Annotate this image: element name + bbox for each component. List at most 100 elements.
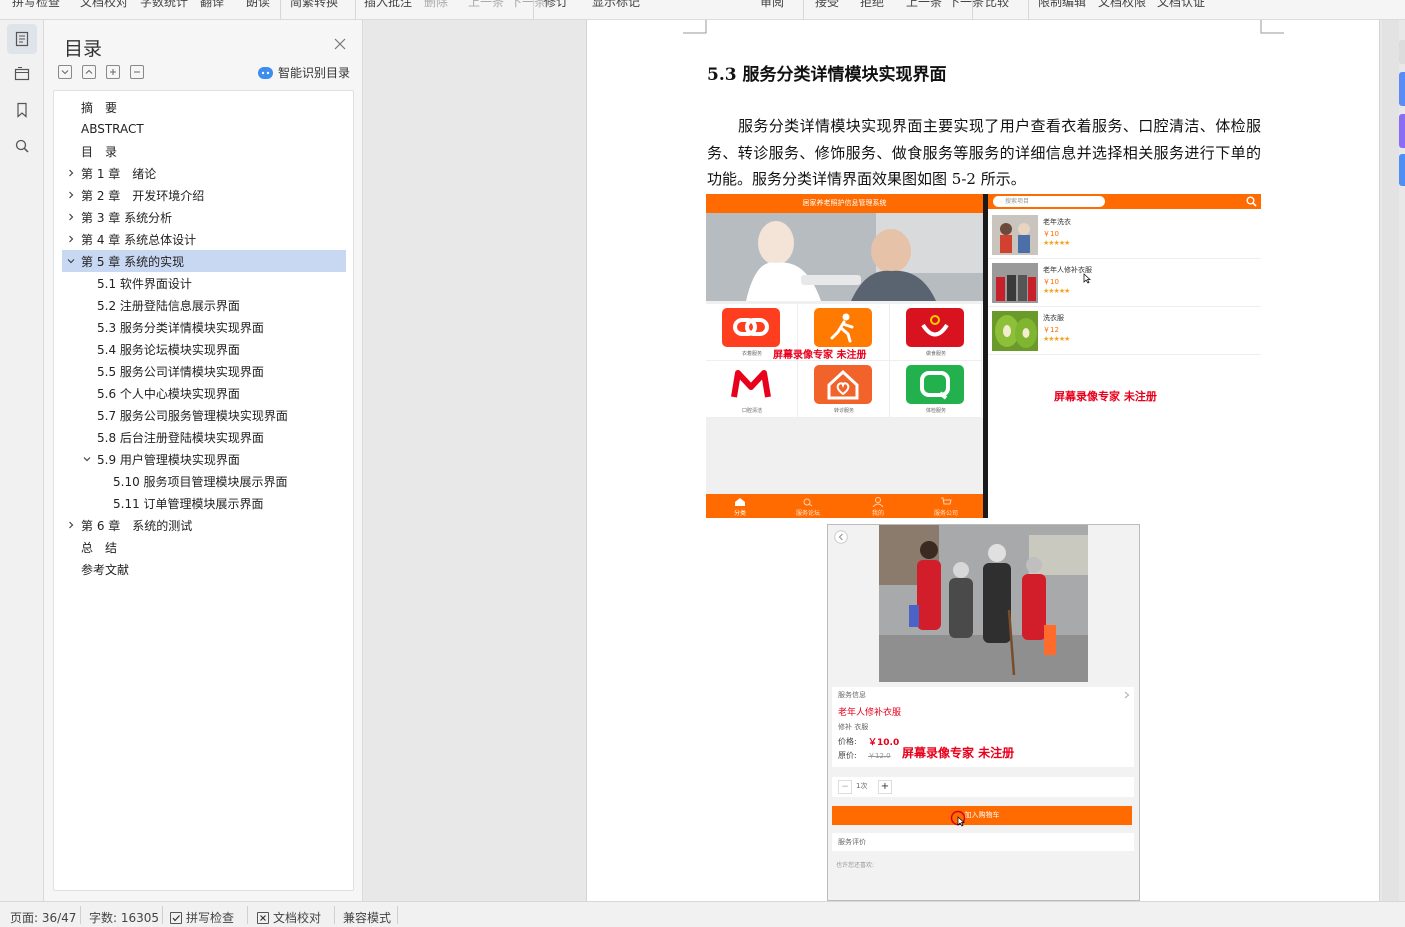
toolbar-item-reject[interactable]: 拒绝: [860, 0, 884, 10]
search-rail-button[interactable]: [7, 131, 37, 161]
chevron-right-icon[interactable]: [66, 520, 76, 530]
outline-rail-button[interactable]: [7, 59, 37, 89]
toolbar-item-spell[interactable]: 拼写检查: [12, 0, 60, 10]
toc-item[interactable]: 5.7 服务公司服务管理模块实现界面: [62, 404, 346, 426]
service-tile[interactable]: 体检服务: [890, 361, 982, 418]
collapse-all-icon[interactable]: [82, 65, 96, 79]
toc-item[interactable]: 第 2 章 开发环境介绍: [62, 184, 346, 206]
toolbar-item-convert[interactable]: 简繁转换: [290, 0, 338, 10]
service-tile-label: 体检服务: [925, 408, 946, 414]
thumbnail-image: [992, 311, 1038, 351]
toc-item[interactable]: 目 录: [62, 140, 346, 162]
close-icon[interactable]: [333, 37, 347, 51]
side-tab[interactable]: [1399, 72, 1405, 106]
toc-item-label: 5.10 服务项目管理模块展示界面: [113, 474, 288, 489]
tab-mine[interactable]: 我的: [856, 508, 900, 517]
toolbar-item-prev[interactable]: 上一条: [906, 0, 942, 10]
toc-item[interactable]: 第 5 章 系统的实现: [62, 250, 346, 272]
nav-rail: [0, 20, 44, 901]
toc-item[interactable]: 参考文献: [62, 558, 346, 580]
page-indicator[interactable]: 页面: 36/47: [10, 909, 76, 926]
proofread-label: 文档校对: [273, 911, 322, 925]
bookmark-rail-button[interactable]: [7, 95, 37, 125]
toolbar-item-doc-cert[interactable]: 文档认证: [1157, 0, 1205, 10]
list-item[interactable]: 老年洗衣 ￥10 ★★★★★: [988, 211, 1261, 259]
toc-item-label: ABSTRACT: [81, 122, 144, 136]
mouse-cursor-icon: [1083, 273, 1091, 284]
app-header: 居家养老照护信息管理系统: [706, 194, 983, 213]
toolbar-item-next-comment[interactable]: 下一条: [510, 0, 546, 10]
side-tab[interactable]: [1399, 114, 1405, 148]
remove-heading-icon[interactable]: [130, 65, 144, 79]
vertical-scrollbar[interactable]: [1382, 20, 1399, 901]
expand-all-icon[interactable]: [58, 65, 72, 79]
chevron-down-icon[interactable]: [82, 454, 92, 464]
toc-item[interactable]: 5.11 订单管理模块展示界面: [62, 492, 346, 514]
toolbar-item-next[interactable]: 下一条: [948, 0, 984, 10]
list-item[interactable]: 老年人修补衣服 ￥10 ★★★★★: [988, 259, 1261, 307]
toolbar-item-restrict-edit[interactable]: 限制编辑: [1038, 0, 1086, 10]
toc-item[interactable]: 5.10 服务项目管理模块展示界面: [62, 470, 346, 492]
toc-item[interactable]: 5.5 服务公司详情模块实现界面: [62, 360, 346, 382]
toc-item[interactable]: 5.4 服务论坛模块实现界面: [62, 338, 346, 360]
chevron-right-icon[interactable]: [66, 190, 76, 200]
add-heading-icon[interactable]: [106, 65, 120, 79]
toc-item[interactable]: 总 结: [62, 536, 346, 558]
toc-item[interactable]: 5.3 服务分类详情模块实现界面: [62, 316, 346, 338]
service-tile[interactable]: 转诊服务: [798, 361, 890, 418]
chevron-right-icon[interactable]: [66, 212, 76, 222]
tab-forum[interactable]: 服务论坛: [786, 508, 830, 517]
back-icon[interactable]: [834, 530, 848, 544]
decrease-button[interactable]: −: [838, 780, 852, 794]
toolbar-item-read[interactable]: 朗读: [246, 0, 270, 10]
chevron-right-icon[interactable]: [66, 234, 76, 244]
toc-item[interactable]: 第 4 章 系统总体设计: [62, 228, 346, 250]
toolbar-item-doc-permission[interactable]: 文档权限: [1098, 0, 1146, 10]
toc-rail-button[interactable]: [7, 24, 37, 54]
toc-item[interactable]: 第 1 章 绪论: [62, 162, 346, 184]
list-item[interactable]: 洗衣服 ￥12 ★★★★★: [988, 307, 1261, 355]
toolbar-item-proof[interactable]: 文档校对: [80, 0, 128, 10]
toc-item[interactable]: 5.2 注册登陆信息展示界面: [62, 294, 346, 316]
toc-item[interactable]: ABSTRACT: [62, 118, 346, 140]
toc-item[interactable]: 5.1 软件界面设计: [62, 272, 346, 294]
add-to-cart-button[interactable]: 加入购物车: [832, 806, 1132, 825]
toolbar-item-delete[interactable]: 删除: [424, 0, 448, 10]
toolbar-item-prev-comment[interactable]: 上一条: [468, 0, 504, 10]
toc-item[interactable]: 5.8 后台注册登陆模块实现界面: [62, 426, 346, 448]
toolbar-item-review[interactable]: 审阅: [760, 0, 784, 10]
toolbar-item-revise[interactable]: 修订: [544, 0, 568, 10]
search-icon[interactable]: [1246, 196, 1257, 207]
toolbar-item-translate[interactable]: 翻译: [200, 0, 224, 10]
chevron-down-icon[interactable]: [66, 256, 76, 266]
toolbar-item-wordcount[interactable]: 字数统计: [140, 0, 188, 10]
toc-item[interactable]: 第 3 章 系统分析: [62, 206, 346, 228]
toolbar-item-insert-comment[interactable]: 插入批注: [364, 0, 412, 10]
search-input[interactable]: 搜索项目: [993, 196, 1105, 207]
increase-button[interactable]: +: [878, 780, 892, 794]
spell-check-toggle[interactable]: 拼写检查: [170, 909, 234, 926]
compat-mode[interactable]: 兼容模式: [343, 909, 391, 926]
document-area: 5.3 服务分类详情模块实现界面 服务分类详情模块实现界面主要实现了用户查看衣着…: [364, 20, 1405, 901]
service-tile[interactable]: 做食服务: [890, 304, 982, 361]
service-tile[interactable]: 口腔清洁: [706, 361, 798, 418]
proofread-toggle[interactable]: 文档校对: [257, 909, 321, 926]
toc-item[interactable]: 5.6 个人中心模块实现界面: [62, 382, 346, 404]
side-tab[interactable]: [1399, 154, 1405, 186]
tab-category[interactable]: 分类: [718, 508, 762, 517]
toolbar-item-compare[interactable]: 比较: [985, 0, 1009, 10]
tab-company[interactable]: 服务公司: [924, 508, 968, 517]
smart-toc-button[interactable]: 智能识别目录: [258, 64, 350, 81]
toc-item[interactable]: 摘 要: [62, 96, 346, 118]
toc-item[interactable]: 5.9 用户管理模块实现界面: [62, 448, 346, 470]
rating-stars: ★★★★★: [1043, 287, 1070, 295]
toc-item[interactable]: 第 6 章 系统的测试: [62, 514, 346, 536]
toc-item-label: 目 录: [81, 144, 118, 159]
toolbar-item-accept[interactable]: 接受: [815, 0, 839, 10]
word-count[interactable]: 字数: 16305: [89, 909, 159, 926]
side-tab[interactable]: [1399, 40, 1405, 64]
toolbar-item-show-marks[interactable]: 显示标记: [592, 0, 640, 10]
toc-item-label: 第 1 章 绪论: [81, 166, 157, 181]
section-label: 服务信息: [838, 691, 866, 699]
chevron-right-icon[interactable]: [66, 168, 76, 178]
